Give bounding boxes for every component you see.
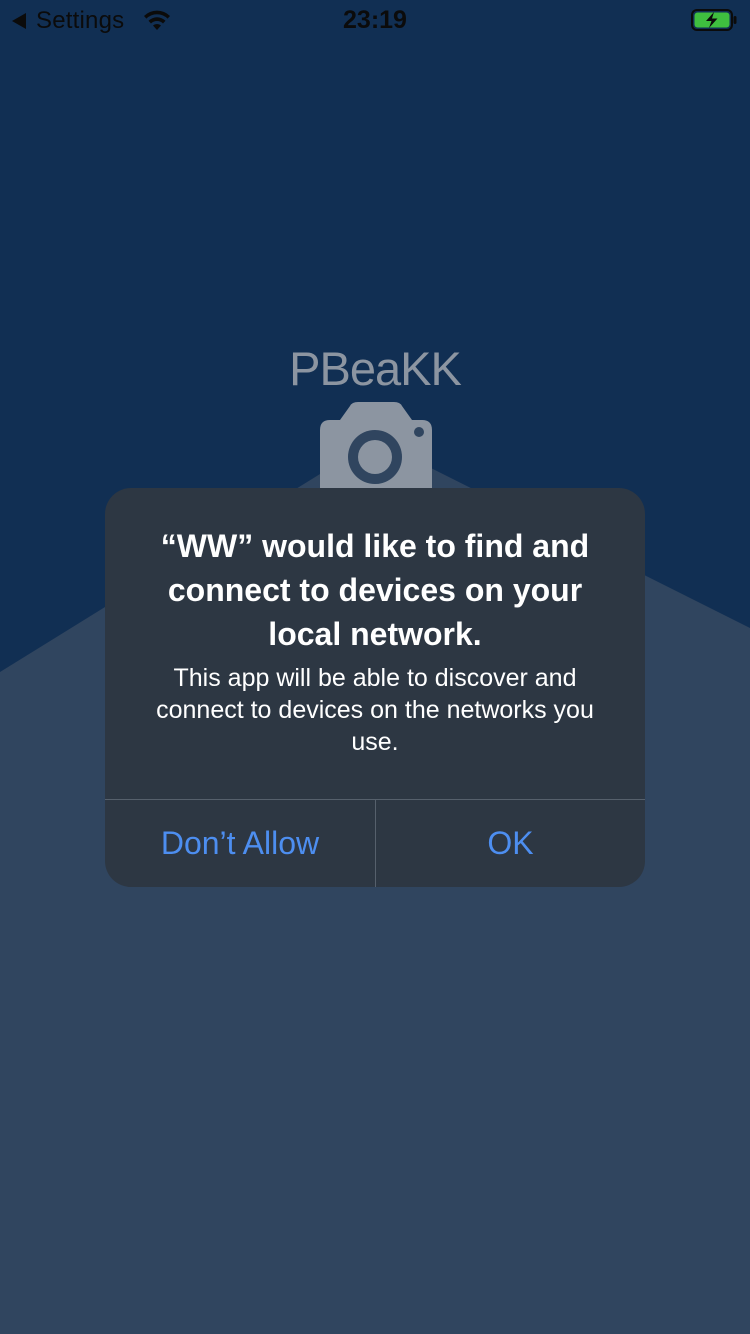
ok-button[interactable]: OK [376, 800, 645, 887]
app-logo-text: PBeaKK [289, 342, 462, 395]
status-time: 23:19 [343, 6, 407, 34]
battery-charging-icon [691, 9, 737, 31]
alert-message: This app will be able to discover and co… [156, 664, 594, 756]
dont-allow-button[interactable]: Don’t Allow [105, 800, 375, 887]
camera-icon [320, 402, 432, 490]
alert-title: “WW” would like to find and connect to d… [160, 528, 590, 652]
screen: Settings 23:19 PBeaKK “WW” would like to… [0, 0, 750, 1334]
status-bar: Settings 23:19 [0, 0, 750, 40]
local-network-permission-alert: “WW” would like to find and connect to d… [105, 488, 645, 887]
